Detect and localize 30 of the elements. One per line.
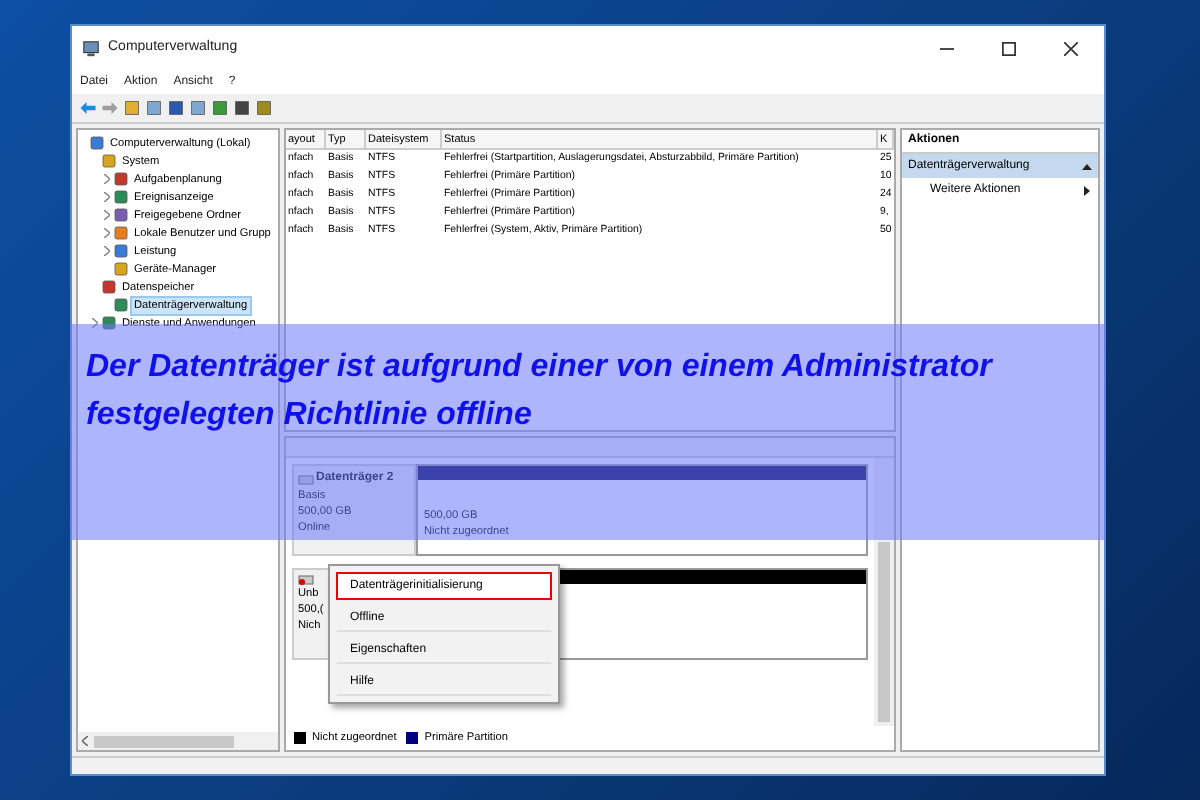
expand-caret-icon[interactable] [104,228,110,238]
minimize-icon[interactable] [940,42,954,56]
node-icon [114,244,128,258]
banner-text: Der Datenträger ist aufgrund einer von einem Administrator festgelegten Richtlinie offline [86,348,995,436]
maximize-icon[interactable] [1002,42,1016,56]
node-icon [114,208,128,222]
vertical-scrollbar[interactable] [874,458,894,726]
node-icon [114,298,128,312]
node-icon [102,316,116,330]
expand-caret-icon[interactable] [104,174,110,184]
expand-caret-icon[interactable] [104,210,110,220]
node-icon [114,226,128,240]
node-icon [114,172,128,186]
back-arrow-icon[interactable] [80,102,96,114]
expand-caret-icon[interactable] [104,192,110,202]
node-icon [114,262,128,276]
submenu-caret-icon[interactable] [1084,185,1090,195]
computer-icon [82,40,100,58]
expand-caret-icon[interactable] [92,318,98,328]
node-icon [102,154,116,168]
collapse-caret-icon[interactable] [1082,163,1092,169]
node-icon [102,280,116,294]
close-icon[interactable] [1064,42,1078,56]
horizontal-scrollbar[interactable] [286,438,894,458]
scroll-left-icon[interactable] [82,736,88,746]
node-icon [90,136,104,150]
forward-arrow-icon[interactable] [102,102,118,114]
node-icon [114,190,128,204]
horizontal-scrollbar[interactable] [78,732,278,750]
expand-caret-icon[interactable] [104,246,110,256]
